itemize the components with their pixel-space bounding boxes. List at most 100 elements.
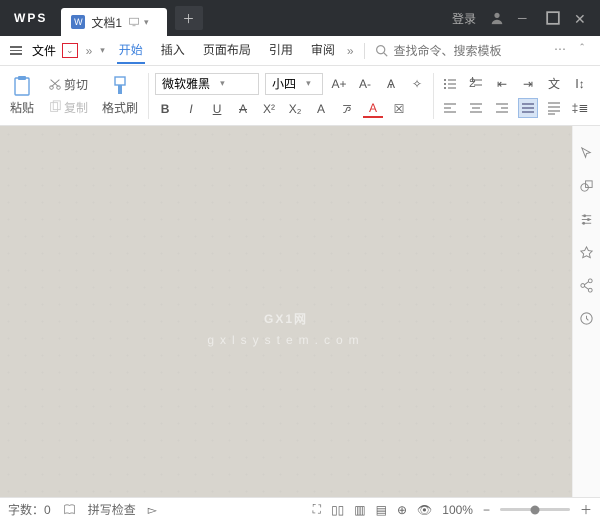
view-web-icon[interactable]: ⊕ (397, 503, 407, 517)
close-button[interactable]: ✕ (574, 11, 588, 25)
document-canvas[interactable]: GX1网 gxlsystem.com (0, 126, 572, 497)
format-painter-label: 格式刷 (102, 99, 138, 116)
chevron-down-icon: ▾ (220, 78, 225, 89)
tab-references[interactable]: 引用 (267, 37, 295, 64)
subscript-button[interactable]: X₂ (285, 99, 305, 119)
format-painter-button[interactable]: 格式刷 (98, 73, 142, 118)
clipboard-icon (12, 75, 32, 97)
bullets-button[interactable] (440, 74, 460, 94)
book-icon[interactable] (63, 503, 76, 516)
grow-font-button[interactable]: A+ (329, 74, 349, 94)
ribbon-tabs: 开始 插入 页面布局 引用 审阅 (117, 37, 337, 64)
zoom-in-button[interactable]: ＋ (580, 501, 592, 518)
view-read-icon[interactable]: ▥ (354, 503, 365, 517)
status-bar: 字数：0 拼写检查 ▻ ⛶ ▯▯ ▥ ▤ ⊕ 👁 100% − ＋ (0, 497, 600, 521)
command-search[interactable] (375, 44, 550, 58)
title-bar: WPS W 文档1 ▾ ＋ 登录 ─ ✕ (0, 0, 600, 36)
zoom-slider[interactable] (500, 508, 570, 511)
tab-page-layout[interactable]: 页面布局 (201, 37, 253, 64)
shape-tool-icon[interactable] (579, 179, 594, 194)
cut-label: 剪切 (64, 76, 88, 93)
wps-logo: WPS (0, 11, 61, 25)
menubar-more-icon[interactable]: ⋯ (554, 42, 566, 59)
underline-button[interactable]: U (207, 99, 227, 119)
side-toolbar (572, 126, 600, 497)
shrink-font-button[interactable]: A- (355, 74, 375, 94)
paste-label: 粘贴 (10, 99, 34, 116)
italic-button[interactable]: I (181, 99, 201, 119)
monitor-icon (128, 16, 140, 28)
collapse-ribbon-icon[interactable]: ＾ (576, 42, 588, 59)
editor-area: GX1网 gxlsystem.com (0, 126, 600, 497)
spellcheck-button[interactable]: 拼写检查 (88, 501, 136, 518)
sort-button[interactable]: Ⅰ↕ (570, 74, 590, 94)
font-name-select[interactable]: 微软雅黑 ▾ (155, 73, 259, 95)
new-tab-button[interactable]: ＋ (175, 6, 203, 30)
line-spacing-button[interactable]: ‡≣ (570, 98, 590, 118)
paste-button[interactable]: 粘贴 (6, 73, 38, 118)
spellcheck-toggle[interactable]: ▻ (148, 503, 157, 517)
text-effects-button[interactable]: A (311, 99, 331, 119)
favorite-icon[interactable] (579, 245, 594, 260)
clear-format-button[interactable]: ✧ (407, 74, 427, 94)
login-label[interactable]: 登录 (452, 10, 476, 27)
font-size-select[interactable]: 小四▾ (265, 73, 323, 95)
superscript-button[interactable]: X² (259, 99, 279, 119)
document-tab[interactable]: W 文档1 ▾ (61, 8, 166, 36)
increase-indent-button[interactable]: ⇥ (518, 74, 538, 94)
scissors-icon (48, 77, 62, 91)
align-center-button[interactable] (466, 98, 486, 118)
user-icon[interactable] (490, 11, 504, 25)
tab-home[interactable]: 开始 (117, 37, 145, 64)
tab-dropdown-icon[interactable]: ▾ (144, 17, 149, 28)
hamburger-icon[interactable] (6, 42, 26, 59)
select-tool-icon[interactable] (579, 146, 594, 161)
tab-review[interactable]: 审阅 (309, 37, 337, 64)
change-case-button[interactable]: Ѧ (381, 74, 401, 94)
highlight-button[interactable]: ꯍ (337, 99, 357, 119)
minimize-button[interactable]: ─ (518, 11, 532, 25)
share-icon[interactable] (579, 278, 594, 293)
numbering-button[interactable]: 12 (466, 74, 486, 94)
copy-label: 复制 (64, 99, 88, 116)
align-distribute-button[interactable] (544, 98, 564, 118)
font-color-button[interactable]: A (363, 100, 383, 118)
maximize-button[interactable] (546, 11, 560, 25)
word-count[interactable]: 字数：0 (8, 501, 51, 518)
menu-bar: 文件 ⌄ » ▾ 开始 插入 页面布局 引用 审阅 » ⋯ ＾ (0, 36, 600, 66)
copy-icon (48, 100, 62, 114)
strike-button[interactable]: A (233, 99, 253, 119)
search-icon (375, 44, 388, 57)
text-direction-button[interactable]: 文 (544, 74, 564, 94)
svg-text:2: 2 (469, 77, 476, 90)
char-shading-button[interactable]: ☒ (389, 99, 409, 119)
font-name-value: 微软雅黑 (162, 75, 210, 92)
watermark: GX1网 gxlsystem.com (207, 278, 364, 346)
bold-button[interactable]: B (155, 99, 175, 119)
view-outline-icon[interactable]: ▤ (376, 503, 387, 517)
tabs-more[interactable]: » (347, 44, 354, 58)
quick-more[interactable]: » (86, 44, 93, 58)
file-menu-dropdown[interactable]: ⌄ (62, 43, 78, 58)
document-tab-label: 文档1 (91, 14, 122, 31)
font-size-value: 小四 (272, 75, 296, 92)
search-input[interactable] (394, 44, 514, 58)
file-menu[interactable]: 文件 (30, 40, 58, 61)
ribbon: 粘贴 剪切 复制 格式刷 微软雅黑 ▾ 小四▾ A+ A- Ѧ ✧ B I U A (0, 66, 600, 126)
zoom-value[interactable]: 100% (442, 503, 473, 517)
align-justify-button[interactable] (518, 98, 538, 118)
quick-more-dd[interactable]: ▾ (100, 45, 105, 56)
tab-insert[interactable]: 插入 (159, 37, 187, 64)
copy-button[interactable]: 复制 (44, 97, 92, 118)
eye-icon[interactable]: 👁 (417, 503, 432, 517)
align-left-button[interactable] (440, 98, 460, 118)
zoom-out-button[interactable]: − (483, 503, 490, 517)
history-icon[interactable] (579, 311, 594, 326)
settings-panel-icon[interactable] (579, 212, 594, 227)
decrease-indent-button[interactable]: ⇤ (492, 74, 512, 94)
cut-button[interactable]: 剪切 (44, 74, 92, 95)
align-right-button[interactable] (492, 98, 512, 118)
fullscreen-icon[interactable]: ⛶ (313, 502, 321, 517)
view-print-icon[interactable]: ▯▯ (331, 503, 344, 517)
word-doc-icon: W (71, 15, 85, 29)
